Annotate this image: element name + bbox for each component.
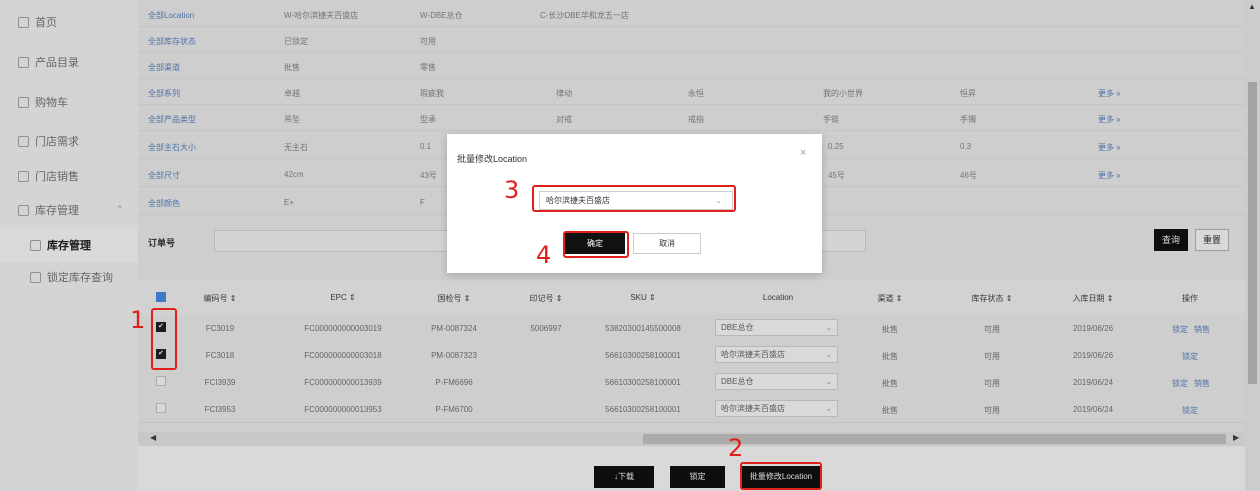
modal-title: 批量修改Location (457, 154, 528, 164)
annotation-number: 2 (728, 434, 744, 462)
annotation-number: 3 (504, 176, 520, 204)
close-icon[interactable]: × (800, 147, 806, 159)
annotation-box-checkboxes (151, 308, 177, 370)
annotation-number: 1 (130, 306, 146, 334)
annotation-number: 4 (536, 241, 552, 269)
annotation-box-batch-edit (740, 462, 822, 490)
cancel-button[interactable]: 取消 (633, 233, 701, 254)
annotation-box-confirm (563, 231, 629, 258)
annotation-box-select (532, 185, 736, 212)
